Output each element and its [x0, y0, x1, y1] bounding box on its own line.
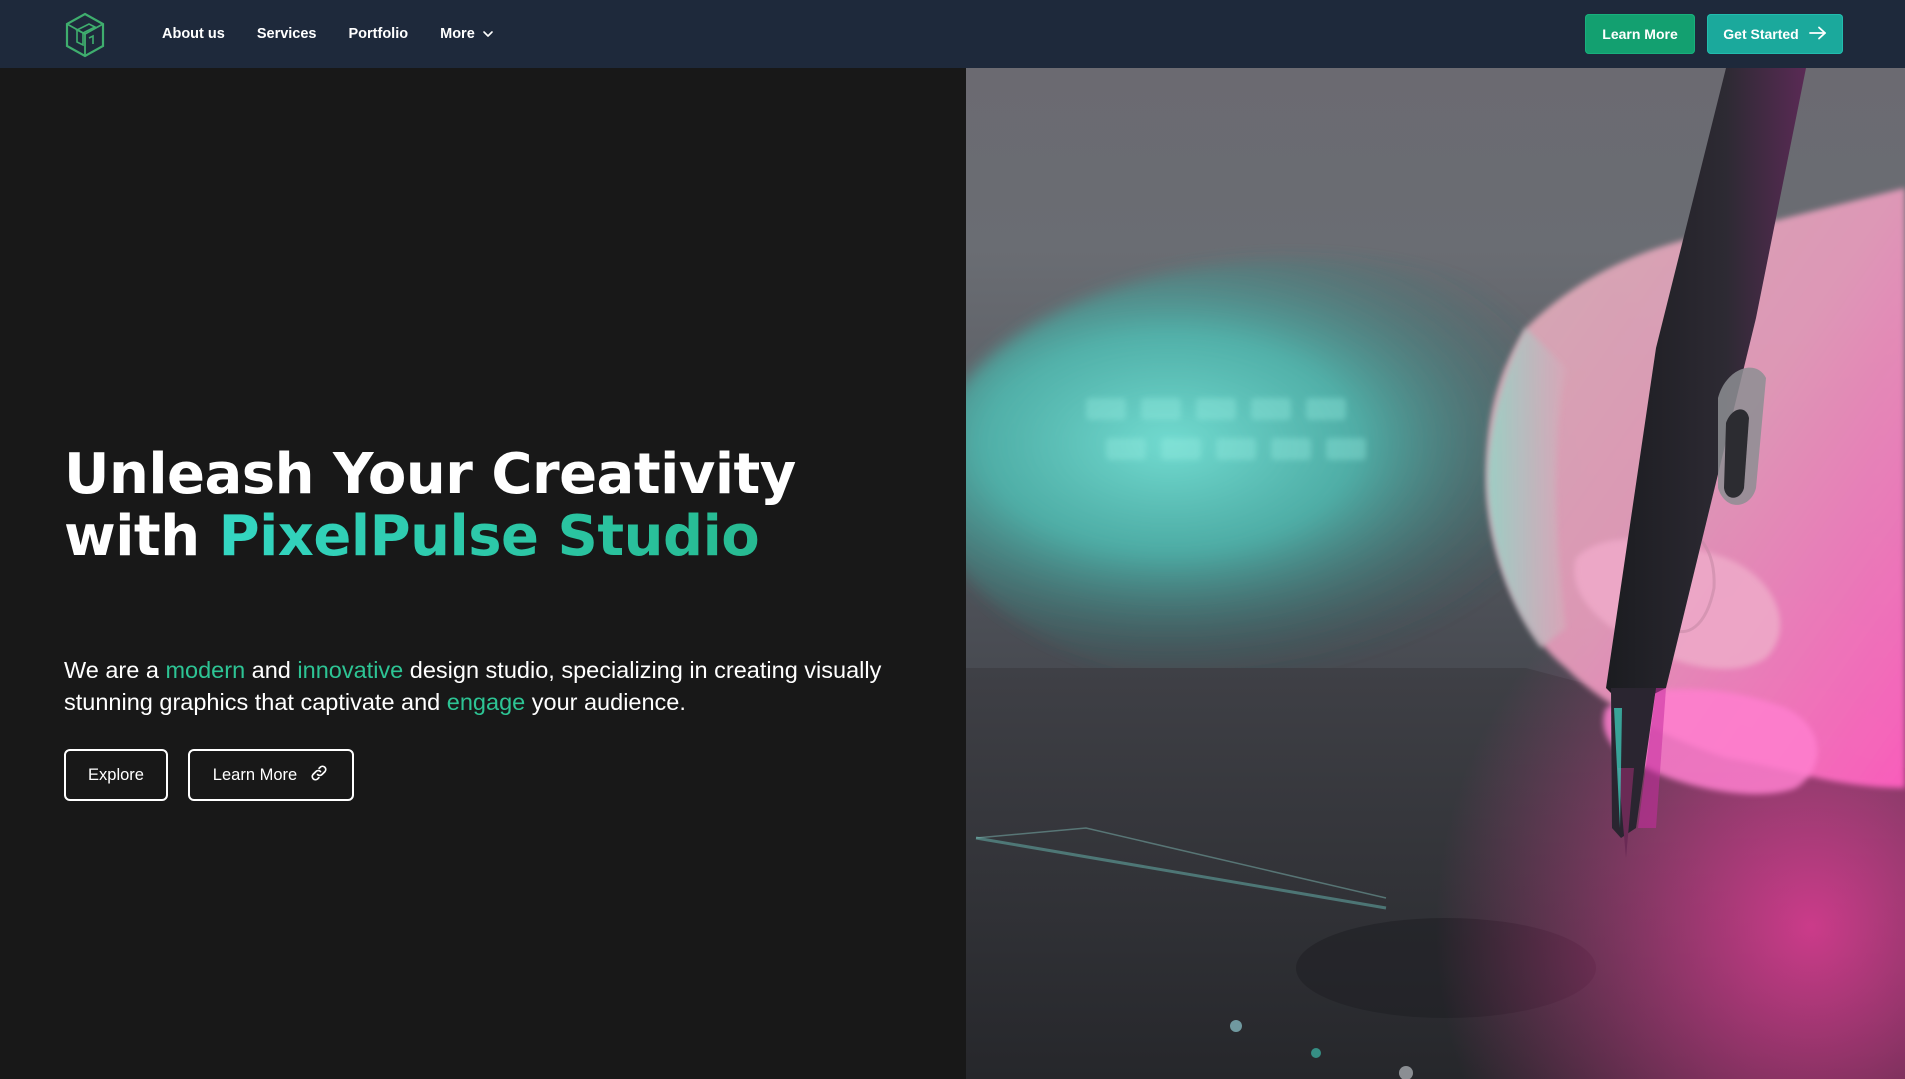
nav-link-label: Portfolio	[348, 26, 409, 42]
get-started-label: Get Started	[1723, 26, 1799, 42]
headline-prefix: with	[64, 504, 219, 569]
tagline-highlight: engage	[446, 689, 526, 715]
hero-section: Unleash Your Creativity with PixelPulse S…	[0, 68, 966, 1079]
explore-label: Explore	[88, 765, 144, 784]
link-icon	[309, 763, 329, 788]
headline-line-1: Unleash Your Creativity	[64, 442, 796, 507]
nav-link-portfolio[interactable]: Portfolio	[349, 26, 409, 42]
hero-buttons: Explore Learn More	[64, 749, 354, 801]
headline-brand-accent: PixelPulse Studio	[218, 504, 760, 569]
tagline-text: and	[245, 657, 298, 683]
navbar: About us Services Portfolio More Learn M…	[0, 0, 1905, 68]
tagline-text: We are a	[64, 657, 166, 683]
hero-headline: Unleash Your Creativity with PixelPulse S…	[64, 444, 796, 568]
tagline-text: your audience.	[525, 689, 686, 715]
nav-link-label: About us	[162, 26, 225, 42]
get-started-button[interactable]: Get Started	[1707, 14, 1843, 54]
primary-nav: About us Services Portfolio More	[162, 0, 526, 68]
tagline-highlight: modern	[165, 657, 246, 683]
hero-image-stylus-tablet	[966, 68, 1905, 1079]
learn-more-button[interactable]: Learn More	[1585, 14, 1695, 54]
nav-actions: Learn More Get Started	[1585, 14, 1843, 54]
hero-tagline: We are a modern and innovative design st…	[64, 654, 924, 718]
nav-link-about-us[interactable]: About us	[162, 26, 225, 42]
hero-learn-more-label: Learn More	[212, 765, 298, 784]
explore-button[interactable]: Explore	[64, 749, 168, 801]
chevron-down-icon	[482, 28, 494, 40]
hero-learn-more-button[interactable]: Learn More	[188, 749, 354, 801]
arrow-right-icon	[1808, 26, 1827, 43]
nav-link-label: More	[440, 26, 475, 42]
nav-link-services[interactable]: Services	[257, 26, 317, 42]
learn-more-label: Learn More	[1602, 26, 1678, 42]
nav-dropdown-more[interactable]: More	[440, 26, 494, 42]
tagline-highlight: innovative	[297, 657, 404, 683]
nav-link-label: Services	[256, 26, 317, 42]
isometric-cube-logo-icon[interactable]	[63, 12, 107, 58]
